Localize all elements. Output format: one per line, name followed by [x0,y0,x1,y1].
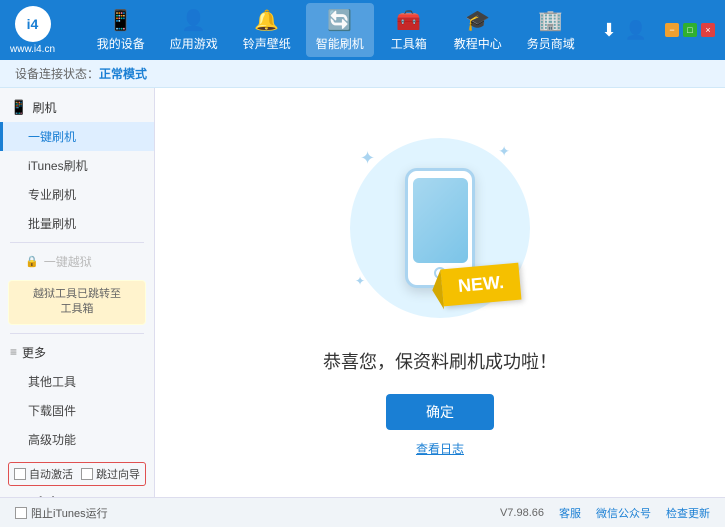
nav-icon-ringtones: 🔔 [254,8,279,33]
flash-section-icon: 📱 [10,99,27,116]
check-update-link[interactable]: 检查更新 [666,505,710,521]
nav-bar: 📱 我的设备 👤 应用游戏 🔔 铃声壁纸 🔄 智能刷机 🧰 工具箱 🎓 教程中心… [70,3,601,57]
nav-label-services: 务员商域 [527,35,575,52]
sidebar-divider-2 [10,333,144,334]
success-text: 恭喜您，保资料刷机成功啦！ [323,348,557,374]
nav-item-smart-flash[interactable]: 🔄 智能刷机 [306,3,374,57]
nav-item-tutorials[interactable]: 🎓 教程中心 [444,3,512,57]
device-info: 📱 iPhone 15 Pro Max 512GB iPhone [8,491,146,497]
nav-icon-my-device: 📱 [108,8,133,33]
nav-item-tools[interactable]: 🧰 工具箱 [379,3,439,57]
nav-label-tutorials: 教程中心 [454,35,502,52]
nav-icon-tools: 🧰 [396,8,421,33]
logo-area: i4 www.i4.cn [10,6,55,55]
auto-options-box: 自动激活 跳过向导 [8,462,146,486]
nav-item-apps-games[interactable]: 👤 应用游戏 [160,3,228,57]
confirm-button[interactable]: 确定 [386,394,494,430]
sidebar-item-pro-flash[interactable]: 专业刷机 [0,180,154,209]
content-area: ✦ ✦ ✦ NEW. 恭喜您，保资料刷机成功啦！ 确定 查看日志 [155,88,725,497]
status-bar: 设备连接状态： 正常模式 [0,60,725,88]
sidebar-more-section: ≡ 更多 其他工具 下载固件 高级功能 [0,333,154,454]
quick-guide-label: 跳过向导 [96,466,140,482]
sidebar-item-batch-flash[interactable]: 批量刷机 [0,209,154,238]
flash-section-label: 刷机 [32,99,56,116]
sidebar-flash-section: 📱 刷机 一键刷机 iTunes刷机 专业刷机 批量刷机 🔒 一键越狱 越狱工具… [0,93,154,325]
phone-screen [413,178,468,263]
view-log-link[interactable]: 查看日志 [416,440,464,457]
sidebar-item-itunes-flash[interactable]: iTunes刷机 [0,151,154,180]
sidebar-disabled-jailbreak: 🔒 一键越狱 [0,247,154,276]
auto-activate-label: 自动激活 [29,466,73,482]
sidebar-note: 越狱工具已跳转至 工具箱 [8,280,146,325]
nav-item-ringtones[interactable]: 🔔 铃声壁纸 [233,3,301,57]
maximize-button[interactable]: □ [683,23,697,37]
nav-icon-apps-games: 👤 [181,8,206,33]
sparkle-star-1: ✦ [360,148,375,169]
new-ribbon: NEW. [441,263,522,307]
nav-icon-services: 🏢 [538,8,563,33]
sidebar-item-one-click-flash[interactable]: 一键刷机 [0,122,154,151]
itunes-check-label[interactable]: 阻止iTunes运行 [15,505,108,521]
itunes-checkbox[interactable] [15,507,27,519]
logo-text: i4 [27,16,39,32]
sidebar-more-header: ≡ 更多 [0,338,154,367]
user-icon[interactable]: 👤 [625,20,647,41]
nav-label-ringtones: 铃声壁纸 [243,35,291,52]
phone-illustration: ✦ ✦ ✦ NEW. [340,128,540,328]
bottom-left: 阻止iTunes运行 [15,505,108,521]
status-mode: 正常模式 [99,65,147,82]
download-icon[interactable]: ⬇ [601,20,616,41]
device-details: iPhone 15 Pro Max 512GB iPhone [39,494,146,497]
logo-circle: i4 [15,6,51,42]
wechat-link[interactable]: 微信公众号 [596,505,651,521]
sidebar: 📱 刷机 一键刷机 iTunes刷机 专业刷机 批量刷机 🔒 一键越狱 越狱工具… [0,88,155,497]
sparkle-star-2: ✦ [498,143,510,160]
new-badge: NEW. [442,266,520,303]
bottom-bar: 阻止iTunes运行 V7.98.66 客服 微信公众号 检查更新 [0,497,725,527]
sidebar-flash-header: 📱 刷机 [0,93,154,122]
customer-service-link[interactable]: 客服 [559,505,581,521]
nav-label-my-device: 我的设备 [97,35,145,52]
more-section-label: 更多 [22,344,46,361]
main-layout: 📱 刷机 一键刷机 iTunes刷机 专业刷机 批量刷机 🔒 一键越狱 越狱工具… [0,88,725,497]
quick-guide-checkbox[interactable]: 跳过向导 [81,466,140,482]
top-right-controls: ⬇ 👤 − □ × [601,20,715,41]
sidebar-divider-1 [10,242,144,243]
itunes-label: 阻止iTunes运行 [31,505,108,521]
more-section-icon: ≡ [10,345,17,359]
sidebar-item-advanced[interactable]: 高级功能 [0,425,154,454]
sidebar-item-other-tools[interactable]: 其他工具 [0,367,154,396]
nav-item-services[interactable]: 🏢 务员商域 [517,3,585,57]
bottom-right: V7.98.66 客服 微信公众号 检查更新 [500,505,710,521]
nav-label-smart-flash: 智能刷机 [316,35,364,52]
top-bar: i4 www.i4.cn 📱 我的设备 👤 应用游戏 🔔 铃声壁纸 🔄 智能刷机… [0,0,725,60]
auto-activate-checkbox[interactable]: 自动激活 [14,466,73,482]
nav-label-apps-games: 应用游戏 [170,35,218,52]
nav-item-my-device[interactable]: 📱 我的设备 [87,3,155,57]
nav-icon-smart-flash: 🔄 [327,8,352,33]
auto-activate-check[interactable] [14,468,26,480]
sparkle-star-3: ✦ [355,274,365,288]
sidebar-item-download-firmware[interactable]: 下载固件 [0,396,154,425]
window-controls: − □ × [665,23,715,37]
minimize-button[interactable]: − [665,23,679,37]
device-name: iPhone 15 Pro Max [39,494,146,497]
status-prefix: 设备连接状态： [15,65,99,82]
nav-icon-tutorials: 🎓 [465,8,490,33]
nav-label-tools: 工具箱 [391,35,427,52]
logo-sub: www.i4.cn [10,44,55,55]
quick-guide-check[interactable] [81,468,93,480]
close-button[interactable]: × [701,23,715,37]
lock-icon: 🔒 [25,255,39,268]
version-text: V7.98.66 [500,507,544,519]
